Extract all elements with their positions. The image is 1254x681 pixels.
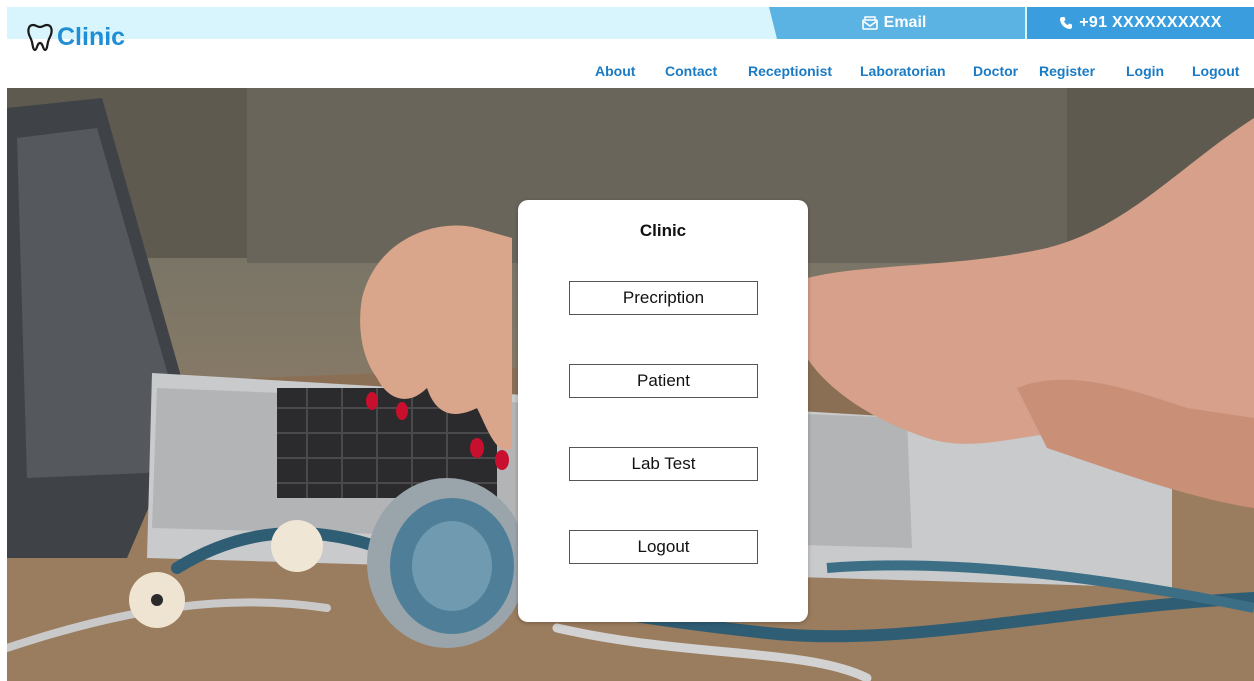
- logout-button[interactable]: Logout: [569, 530, 758, 564]
- phone-link[interactable]: +91 XXXXXXXXXX: [1027, 7, 1254, 39]
- nav-contact[interactable]: Contact: [665, 63, 717, 79]
- main-nav: About Contact Receptionist Laboratorian …: [0, 63, 1254, 79]
- nav-login[interactable]: Login: [1126, 63, 1164, 79]
- brand-name: Clinic: [57, 22, 126, 51]
- email-label: Email: [883, 14, 927, 31]
- phone-label: +91 XXXXXXXXXX: [1079, 14, 1222, 31]
- tooth-icon: [27, 23, 53, 52]
- brand-logo[interactable]: Clinic: [26, 20, 125, 54]
- phone-icon: [1060, 17, 1073, 29]
- nav-logout[interactable]: Logout: [1192, 63, 1239, 79]
- envelope-icon: [861, 16, 878, 30]
- nav-doctor[interactable]: Doctor: [973, 63, 1018, 79]
- page: Email +91 XXXXXXXXXX Clinic About Contac…: [0, 0, 1254, 681]
- lab-test-button[interactable]: Lab Test: [569, 447, 758, 481]
- card-title: Clinic: [639, 221, 687, 240]
- nav-about[interactable]: About: [595, 63, 635, 79]
- nav-laboratorian[interactable]: Laboratorian: [860, 63, 946, 79]
- email-link[interactable]: Email: [769, 7, 1025, 39]
- dashboard-card: Clinic Precription Patient Lab Test Logo…: [518, 200, 808, 622]
- patient-button[interactable]: Patient: [569, 364, 758, 398]
- nav-receptionist[interactable]: Receptionist: [748, 63, 832, 79]
- prescription-button[interactable]: Precription: [569, 281, 758, 315]
- nav-register[interactable]: Register: [1039, 63, 1095, 79]
